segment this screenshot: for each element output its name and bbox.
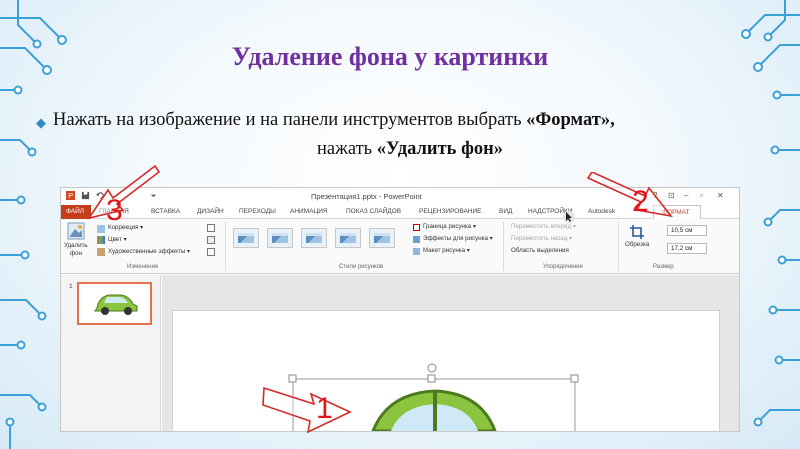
slide-number: 1	[69, 283, 73, 290]
picture-style-1[interactable]	[233, 228, 259, 248]
picture-style-4[interactable]	[335, 228, 361, 248]
effects-icon	[413, 236, 420, 243]
tab-slideshow[interactable]: ПОКАЗ СЛАЙДОВ	[346, 208, 401, 215]
slide-title: Удаление фона у картинки	[231, 42, 549, 71]
callout-number-1: 1	[316, 392, 333, 425]
selected-car-image[interactable]	[173, 311, 721, 431]
picture-style-5[interactable]	[369, 228, 395, 248]
callout-number-3: 3	[106, 194, 123, 227]
remove-bg-label-2[interactable]: фон	[70, 250, 82, 257]
group-arrange-label: Упорядочение	[543, 264, 583, 270]
bring-forward-button[interactable]: Переместить вперёд ▾	[511, 223, 576, 230]
tab-transitions[interactable]: ПЕРЕХОДЫ	[239, 208, 276, 215]
compress-icon[interactable]	[207, 224, 215, 232]
separator	[503, 222, 504, 271]
mouse-cursor-icon	[563, 211, 575, 223]
tab-view[interactable]: ВИД	[499, 208, 512, 215]
group-change-label: Изменение	[127, 264, 159, 270]
slide-thumbnails-pane: 1	[61, 275, 161, 431]
svg-text:P: P	[68, 191, 73, 200]
border-icon	[413, 224, 420, 231]
bullet-icon: ◆	[36, 115, 46, 130]
picture-layout-button[interactable]: Макет рисунка ▾	[423, 247, 470, 254]
tab-design[interactable]: ДИЗАЙН	[197, 208, 224, 215]
instruction-text: Нажать на изображение и на панели инстру…	[53, 110, 527, 130]
color-icon	[97, 236, 105, 244]
close-icon[interactable]: ✕	[717, 191, 724, 200]
artistic-effects-icon	[97, 248, 105, 256]
width-field[interactable]: 17,2 см	[667, 243, 707, 254]
callout-number-2: 2	[632, 185, 649, 218]
group-styles-label: Стили рисунков	[339, 264, 384, 270]
picture-effects-button[interactable]: Эффекты для рисунка ▾	[423, 235, 493, 242]
remove-bg-emphasis: «Удалить фон»	[376, 139, 504, 159]
layout-icon	[413, 248, 420, 255]
maximize-icon[interactable]: ▫	[700, 191, 703, 200]
color-button[interactable]: Цвет ▾	[108, 236, 127, 243]
format-emphasis: «Формат»,	[526, 110, 615, 130]
separator	[225, 222, 226, 271]
window-title: Презентация1.pptx - PowerPoint	[311, 192, 422, 201]
artistic-effects-button[interactable]: Художественные эффекты ▾	[108, 248, 190, 255]
instruction-line-1: Нажать на изображение и на панели инстру…	[53, 110, 783, 131]
callout-arrow-3-icon	[87, 164, 161, 220]
picture-style-3[interactable]	[301, 228, 327, 248]
separator	[618, 222, 619, 271]
instruction-line-2: нажать «Удалить фон»	[0, 139, 800, 160]
send-backward-button[interactable]: Переместить назад ▾	[511, 235, 572, 242]
powerpoint-logo-icon: P	[66, 191, 75, 200]
crop-button[interactable]: Обрезка	[625, 241, 649, 248]
slide-canvas[interactable]	[172, 310, 721, 431]
remove-bg-label-1[interactable]: Удалить	[64, 242, 88, 249]
callout-arrow-2-icon	[586, 172, 673, 218]
change-picture-icon[interactable]	[207, 236, 215, 244]
slide-edit-area	[162, 275, 739, 431]
minimize-icon[interactable]: –	[684, 191, 688, 200]
callout-arrow-1-icon	[262, 386, 352, 434]
tab-review[interactable]: РЕЦЕНЗИРОВАНИЕ	[419, 208, 482, 215]
reset-picture-icon[interactable]	[207, 248, 215, 256]
slide-thumbnail[interactable]	[77, 282, 152, 325]
selection-pane-button[interactable]: Область выделения	[511, 247, 569, 254]
picture-border-button[interactable]: Граница рисунка ▾	[423, 223, 476, 230]
picture-style-2[interactable]	[267, 228, 293, 248]
instruction-text-2: нажать	[316, 139, 377, 159]
car-thumbnail-icon	[94, 294, 138, 315]
group-size-label: Размер	[653, 264, 674, 270]
tab-animation[interactable]: АНИМАЦИЯ	[290, 208, 328, 215]
